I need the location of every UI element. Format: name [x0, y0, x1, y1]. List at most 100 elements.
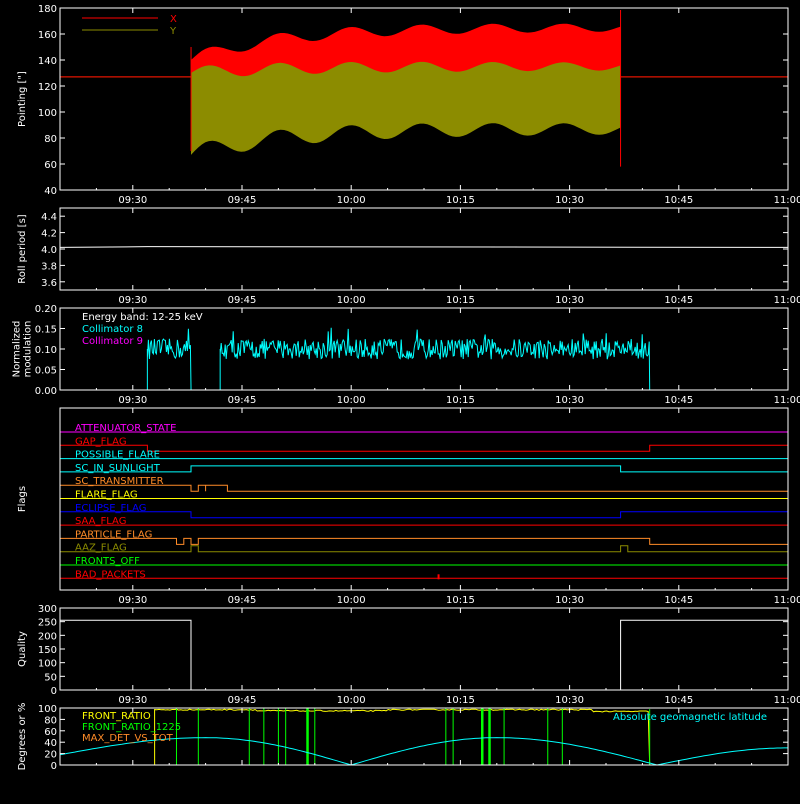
legend-label-geomagnetic-latitude: Absolute geomagnetic latitude [613, 712, 767, 723]
legend-label-front-ratio-1225: FRONT_RATIO_1225 [82, 722, 181, 733]
y-axis-label: Normalized [12, 321, 23, 378]
x-tick-label: 09:30 [118, 695, 147, 706]
legend-label-collimator-8: Collimator 8 [82, 324, 143, 335]
series-Y-band [191, 61, 621, 155]
flag-label-attenuator_state: ATTENUATOR_STATE [75, 423, 176, 434]
y-tick-label: 160 [38, 30, 57, 41]
y-tick-label: 100 [38, 108, 57, 119]
x-tick-label: 10:15 [446, 695, 475, 706]
x-tick-label: 10:15 [446, 595, 475, 606]
y-tick-label: 100 [38, 704, 57, 715]
y-tick-label: 0 [51, 761, 57, 772]
legend-label-max-det-vs-tot: MAX_DET_VS_TOT [82, 733, 174, 744]
y-tick-label: 250 [38, 618, 57, 629]
y-tick-label: 0 [51, 686, 57, 697]
quality-line [60, 619, 788, 691]
y-tick-label: 150 [38, 645, 57, 656]
y-tick-label: 50 [44, 672, 57, 683]
y-tick-label: 4.2 [41, 229, 57, 240]
x-tick-label: 10:45 [664, 195, 693, 206]
legend-label-X: X [170, 14, 177, 25]
y-tick-label: 3.8 [41, 261, 57, 272]
y-tick-label: 140 [38, 56, 57, 67]
y-tick-label: 20 [44, 750, 57, 761]
y-tick-label: 300 [38, 604, 57, 615]
x-tick-label: 11:00 [774, 695, 800, 706]
y-tick-label: 60 [44, 160, 57, 171]
x-tick-label: 10:30 [555, 295, 584, 306]
flag-label-particle_flag: PARTICLE_FLAG [75, 529, 152, 540]
y-tick-label: 40 [44, 186, 57, 197]
y-tick-label: 180 [38, 4, 57, 15]
flag-label-sc_transmitter: SC_TRANSMITTER [75, 476, 164, 487]
x-tick-label: 10:45 [664, 695, 693, 706]
x-tick-label: 10:45 [664, 295, 693, 306]
y-tick-label: 0.00 [35, 386, 57, 397]
y-tick-label: 0.20 [35, 304, 57, 315]
y-axis-label: Quality [17, 631, 28, 667]
x-tick-label: 09:45 [228, 295, 257, 306]
x-tick-label: 09:30 [118, 395, 147, 406]
flag-line-sc_transmitter [60, 484, 788, 492]
y-tick-label: 80 [44, 715, 57, 726]
panel-2-frame [59, 207, 789, 291]
x-tick-label: 09:30 [118, 295, 147, 306]
flag-label-aaz_flag: AAZ_FLAG [75, 543, 127, 554]
y-axis-label: modulation [23, 321, 34, 378]
flag-line-particle_flag [60, 537, 788, 545]
x-tick-label: 09:45 [228, 195, 257, 206]
x-tick-label: 10:45 [664, 395, 693, 406]
flag-label-eclipse_flag: ECLIPSE_FLAG [75, 503, 146, 514]
flag-label-gap_flag: GAP_FLAG [75, 436, 127, 447]
roll-period-line [59, 246, 789, 248]
x-tick-label: 10:00 [337, 395, 366, 406]
y-tick-label: 80 [44, 134, 57, 145]
x-tick-label: 11:00 [774, 295, 800, 306]
y-tick-label: 100 [38, 659, 57, 670]
x-tick-label: 10:45 [664, 595, 693, 606]
x-tick-label: 10:00 [337, 695, 366, 706]
y-tick-label: 200 [38, 631, 57, 642]
x-tick-label: 11:00 [774, 595, 800, 606]
flag-label-flare_flag: FLARE_FLAG [75, 490, 138, 501]
x-tick-label: 09:45 [228, 395, 257, 406]
x-tick-label: 10:00 [337, 195, 366, 206]
legend-label-Y: Y [169, 26, 177, 37]
y-tick-label: 120 [38, 82, 57, 93]
x-tick-label: 11:00 [774, 195, 800, 206]
y-axis-label: Pointing ["] [17, 71, 28, 127]
x-tick-label: 09:45 [228, 695, 257, 706]
x-tick-label: 10:15 [446, 195, 475, 206]
y-axis-label: Roll period [s] [17, 214, 28, 283]
y-axis-label: Flags [17, 486, 28, 512]
y-tick-label: 4.4 [41, 212, 57, 223]
x-tick-label: 11:00 [774, 395, 800, 406]
x-tick-label: 10:15 [446, 395, 475, 406]
front-ratio-line [154, 708, 651, 766]
x-tick-label: 10:30 [555, 395, 584, 406]
legend-label-collimator-9: Collimator 9 [82, 336, 143, 347]
y-tick-label: 4.0 [41, 245, 57, 256]
collimator-8-segment [146, 328, 192, 391]
legend-label-front-ratio: FRONT_RATIO [82, 711, 151, 722]
flag-line-sc_in_sunlight [60, 465, 788, 473]
x-tick-label: 10:30 [555, 595, 584, 606]
x-tick-label: 10:00 [337, 295, 366, 306]
collimator-8-segment [219, 327, 651, 391]
y-tick-label: 3.6 [41, 278, 57, 289]
y-tick-label: 0.15 [35, 325, 57, 336]
y-axis-label: Degrees or % [17, 703, 28, 771]
x-tick-label: 09:45 [228, 595, 257, 606]
x-tick-label: 10:00 [337, 595, 366, 606]
flag-label-bad_packets: BAD_PACKETS [75, 569, 146, 580]
flag-label-fronts_off: FRONTS_OFF [75, 556, 140, 567]
x-tick-label: 10:30 [555, 195, 584, 206]
x-tick-label: 10:15 [446, 295, 475, 306]
energy-band-annotation: Energy band: 12-25 keV [82, 312, 203, 323]
y-tick-label: 60 [44, 727, 57, 738]
x-tick-label: 10:30 [555, 695, 584, 706]
chart-svg: XY 09:30 09:45 10:00 10:15 10:30 10:45 11:00 40 6… [12, 4, 800, 772]
x-tick-label: 09:30 [118, 195, 147, 206]
flag-line-eclipse_flag [60, 511, 788, 519]
flag-line-gap_flag [60, 444, 788, 452]
